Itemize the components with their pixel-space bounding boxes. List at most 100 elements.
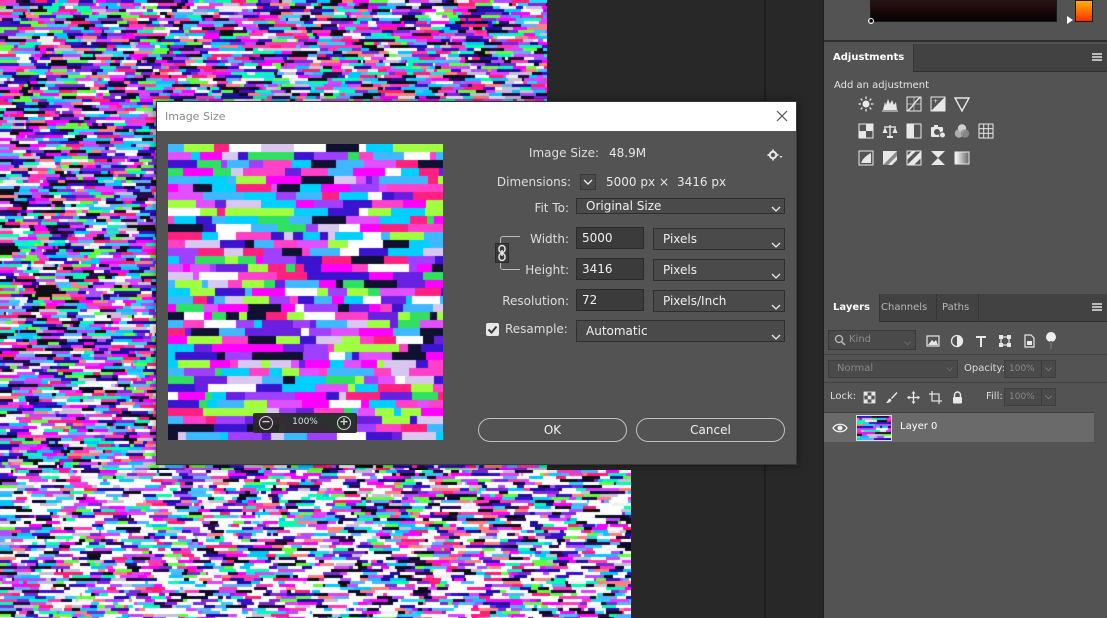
chevron-down-icon[interactable]: ⌵ — [1041, 361, 1055, 377]
color-lookup-icon[interactable] — [978, 123, 994, 139]
layer-kind-filter-label: Kind — [849, 334, 872, 345]
fit-to-value: Original Size — [586, 199, 662, 213]
width-input[interactable]: 5000 — [576, 227, 644, 249]
gradient-triangle-icon[interactable] — [953, 96, 971, 113]
color-field[interactable] — [868, 0, 1057, 24]
dialog-title: Image Size — [165, 110, 226, 123]
blend-mode-select[interactable]: Normal ⌵ — [828, 360, 958, 378]
lock-position-icon[interactable] — [907, 391, 920, 404]
curves-icon[interactable] — [906, 96, 922, 112]
lock-artboard-icon[interactable] — [929, 391, 942, 404]
preview-zoom-bar: − 100% + — [253, 413, 357, 433]
preview-image — [168, 144, 443, 440]
chevron-down-icon — [771, 202, 781, 212]
lock-label: Lock: — [830, 391, 857, 402]
layer-filter-toggle[interactable] — [1046, 332, 1056, 350]
dimensions-width: 5000 px — [606, 175, 656, 189]
fit-to-label: Fit To: — [534, 201, 569, 215]
hue-slider-marker[interactable] — [1067, 16, 1073, 24]
glitch-artwork-bottom — [0, 470, 631, 618]
hue-slider[interactable] — [1075, 0, 1093, 22]
levels-icon[interactable] — [882, 96, 898, 112]
color-field-marker[interactable] — [868, 18, 874, 24]
dialog-titlebar[interactable]: Image Size — [157, 102, 796, 131]
selective-color-icon[interactable] — [930, 150, 946, 166]
photo-filter-icon[interactable] — [930, 123, 946, 139]
cancel-button[interactable]: Cancel — [636, 418, 785, 442]
resolution-input[interactable]: 72 — [576, 289, 644, 311]
blend-mode-value: Normal — [837, 363, 874, 374]
constrain-proportions-link-icon[interactable] — [495, 243, 509, 263]
vibrance-icon[interactable] — [858, 123, 874, 139]
tab-channels[interactable]: Channels — [872, 294, 938, 322]
resolution-label: Resolution: — [502, 294, 569, 308]
black-white-icon[interactable] — [906, 123, 922, 139]
shape-layer-filter-icon[interactable] — [998, 334, 1012, 348]
ok-button[interactable]: OK — [478, 418, 627, 442]
brightness-contrast-icon[interactable] — [858, 96, 874, 112]
adjustments-caption: Add an adjustment — [834, 80, 930, 91]
lock-transparent-icon[interactable] — [863, 391, 876, 404]
invert-icon[interactable] — [858, 150, 874, 166]
layer-name[interactable]: Layer 0 — [900, 421, 937, 432]
layers-scrollbar[interactable] — [1094, 412, 1107, 618]
panel-menu-icon[interactable] — [1092, 303, 1102, 311]
layer-kind-filter[interactable]: Kind ⌵ — [828, 330, 916, 350]
height-unit-value: Pixels — [663, 263, 698, 277]
tab-paths[interactable]: Paths — [933, 294, 980, 322]
fit-to-select[interactable]: Original Size — [576, 198, 785, 214]
type-layer-filter-icon[interactable] — [974, 334, 988, 348]
resample-checkbox[interactable] — [486, 323, 499, 336]
image-size-label: Image Size: — [528, 146, 599, 160]
image-preview[interactable]: − 100% + — [168, 144, 443, 440]
chevron-down-icon: ⌵ — [946, 364, 953, 374]
adjustments-row-2 — [858, 123, 994, 139]
close-icon[interactable] — [774, 108, 790, 124]
resample-method-select[interactable]: Automatic — [576, 320, 785, 342]
color-picker-panel — [824, 0, 1107, 42]
dimensions-label: Dimensions: — [496, 175, 571, 189]
zoom-in-button[interactable]: + — [337, 416, 351, 430]
opacity-label: Opacity: — [964, 363, 1006, 374]
lock-image-icon[interactable] — [885, 391, 898, 404]
lock-all-icon[interactable] — [951, 391, 964, 404]
posterize-icon[interactable] — [882, 150, 898, 166]
channel-mixer-icon[interactable] — [954, 123, 970, 139]
adjustments-panel: Adjustments Add an adjustment + — [824, 44, 1107, 292]
lock-fill-row: Lock: Fill: 100% ⌵ — [824, 382, 1107, 410]
blend-opacity-row: Normal ⌵ Opacity: 100% ⌵ — [824, 354, 1107, 382]
pixel-layer-filter-icon[interactable] — [926, 334, 940, 348]
smart-object-filter-icon[interactable] — [1022, 334, 1036, 348]
resample-method-value: Automatic — [586, 324, 648, 338]
fill-field[interactable]: 100% ⌵ — [1004, 388, 1056, 406]
chevron-down-icon — [771, 297, 781, 310]
adjustments-panel-header: Adjustments — [824, 44, 1107, 72]
adjustment-layer-filter-icon[interactable] — [950, 334, 964, 348]
opacity-field[interactable]: 100% ⌵ — [1004, 360, 1056, 378]
chevron-down-icon[interactable]: ⌵ — [1041, 389, 1055, 405]
threshold-icon[interactable] — [906, 150, 922, 166]
color-balance-icon[interactable] — [882, 123, 898, 139]
svg-text:+: + — [933, 98, 938, 105]
exposure-icon[interactable]: + — [930, 96, 946, 112]
tab-adjustments[interactable]: Adjustments — [824, 44, 915, 72]
width-label: Width: — [530, 232, 569, 246]
height-input[interactable]: 3416 — [576, 258, 644, 280]
width-unit-select[interactable]: Pixels — [653, 228, 785, 250]
chevron-down-icon — [771, 266, 781, 279]
panel-menu-icon[interactable] — [1092, 53, 1102, 61]
layers-panel: Layers Channels Paths Kind ⌵ Normal ⌵ Opa… — [824, 294, 1107, 618]
dimensions-unit-toggle[interactable] — [580, 174, 596, 190]
gradient-map-icon[interactable] — [954, 150, 970, 166]
gear-icon[interactable] — [767, 149, 783, 161]
layer-thumbnail[interactable] — [856, 415, 892, 441]
image-size-dialog: Image Size − 100% + Image Size: 48.9M Di… — [156, 101, 797, 465]
dimensions-height: 3416 px — [677, 175, 727, 189]
resample-label[interactable]: Resample: — [505, 322, 568, 336]
resolution-unit-select[interactable]: Pixels/Inch — [653, 290, 785, 312]
eye-icon[interactable] — [832, 422, 848, 434]
resolution-unit-value: Pixels/Inch — [663, 294, 727, 308]
layer-row[interactable]: Layer 0 — [824, 412, 1094, 442]
height-unit-select[interactable]: Pixels — [653, 259, 785, 281]
document-image-lower[interactable] — [0, 470, 631, 618]
